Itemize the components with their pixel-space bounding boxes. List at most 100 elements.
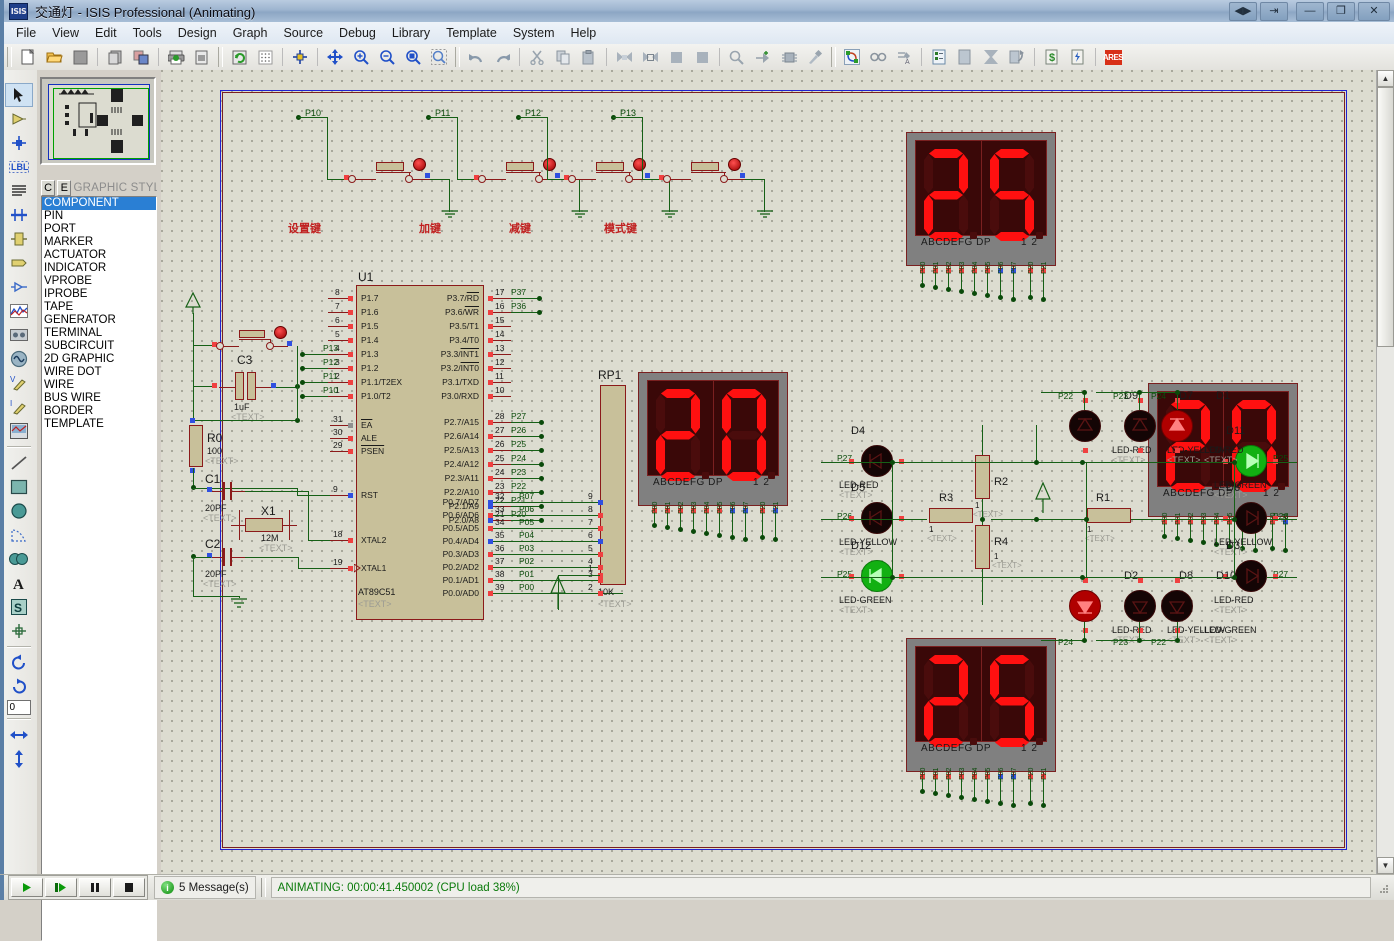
close-button[interactable]: ✕ — [1358, 1, 1390, 21]
device-pins-mode-icon[interactable] — [5, 275, 33, 299]
wire-autorouter-icon[interactable] — [840, 45, 864, 69]
undo-icon[interactable] — [464, 45, 488, 69]
tab-components[interactable]: C — [41, 179, 56, 196]
style-row-2d-graphic[interactable]: 2D GRAPHIC — [42, 353, 156, 366]
electrical-rule-check-icon[interactable] — [1066, 45, 1090, 69]
block-move-icon[interactable] — [638, 45, 662, 69]
menu-view[interactable]: View — [44, 24, 87, 42]
block-copy-icon[interactable] — [612, 45, 636, 69]
style-row-template[interactable]: TEMPLATE — [42, 418, 156, 431]
marker-tool-icon[interactable] — [5, 619, 33, 643]
decompose-icon[interactable] — [803, 45, 827, 69]
sw-body-2[interactable] — [596, 162, 624, 171]
property-assign-icon[interactable]: A — [892, 45, 916, 69]
style-row-terminal[interactable]: TERMINAL — [42, 327, 156, 340]
style-row-port[interactable]: PORT — [42, 223, 156, 236]
menu-debug[interactable]: Debug — [331, 24, 384, 42]
import-section-icon[interactable] — [103, 45, 127, 69]
voltage-probe-mode-icon[interactable]: V — [5, 371, 33, 395]
menu-design[interactable]: Design — [170, 24, 225, 42]
open-design-icon[interactable] — [42, 45, 66, 69]
led-D9[interactable] — [1069, 410, 1101, 442]
new-sheet-icon[interactable] — [16, 45, 40, 69]
reset-sw-body[interactable] — [239, 330, 265, 338]
origin-icon[interactable] — [288, 45, 312, 69]
menu-system[interactable]: System — [505, 24, 563, 42]
closed-path-tool-icon[interactable] — [5, 547, 33, 571]
save-design-icon[interactable] — [68, 45, 92, 69]
resistor-r4-body[interactable] — [975, 525, 990, 569]
box-tool-icon[interactable] — [5, 475, 33, 499]
resize-grip[interactable] — [1375, 880, 1391, 896]
resistor-r3-body[interactable] — [929, 508, 973, 523]
menu-edit[interactable]: Edit — [87, 24, 125, 42]
led-D4[interactable] — [861, 445, 893, 477]
menu-library[interactable]: Library — [384, 24, 438, 42]
style-row-subcircuit[interactable]: SUBCIRCUIT — [42, 340, 156, 353]
stop-button[interactable] — [113, 878, 145, 897]
mirror-horizontal-icon[interactable] — [5, 723, 33, 747]
exit-sheet-icon[interactable] — [1005, 45, 1029, 69]
scroll-up-arrow[interactable]: ▲ — [1377, 70, 1394, 87]
led-D2[interactable] — [1069, 590, 1101, 622]
style-row-bus-wire[interactable]: BUS WIRE — [42, 392, 156, 405]
print-design-icon[interactable] — [164, 45, 188, 69]
graphic-styles-list[interactable]: COMPONENT PIN PORT MARKER ACTUATOR INDICATOR V… — [41, 196, 157, 941]
design-explorer-icon[interactable] — [927, 45, 951, 69]
ares-netlist-icon[interactable]: ARES — [1101, 45, 1125, 69]
x1-body[interactable] — [245, 518, 283, 532]
scroll-thumb[interactable] — [1377, 87, 1394, 347]
led-D10[interactable] — [1161, 590, 1193, 622]
current-probe-mode-icon[interactable]: I — [5, 395, 33, 419]
symbol-tool-icon[interactable]: S — [5, 595, 33, 619]
search-tag-icon[interactable] — [866, 45, 890, 69]
schematic-canvas[interactable]: P10 设置键 P11 加键 P12 减键 P13 模式键 U1 AT89C51 <TEXT>… — [161, 70, 1377, 875]
generator-mode-icon[interactable] — [5, 347, 33, 371]
copy-icon[interactable] — [551, 45, 575, 69]
resistor-r1-body[interactable] — [1087, 508, 1131, 523]
cut-icon[interactable] — [525, 45, 549, 69]
redraw-icon[interactable] — [227, 45, 251, 69]
tab-elements[interactable]: E — [57, 179, 72, 196]
line-tool-icon[interactable] — [5, 451, 33, 475]
print-area-icon[interactable] — [190, 45, 214, 69]
led-D1[interactable] — [1161, 410, 1193, 442]
style-row-vprobe[interactable]: VPROBE — [42, 275, 156, 288]
led-D6[interactable] — [1235, 502, 1267, 534]
arc-tool-icon[interactable] — [5, 523, 33, 547]
menu-help[interactable]: Help — [563, 24, 605, 42]
virtual-instruments-mode-icon[interactable] — [5, 419, 33, 443]
style-row-wire-dot[interactable]: WIRE DOT — [42, 366, 156, 379]
packaging-tool-icon[interactable] — [777, 45, 801, 69]
respack-body[interactable] — [600, 385, 626, 585]
step-button[interactable] — [45, 878, 77, 897]
tape-recorder-mode-icon[interactable] — [5, 323, 33, 347]
make-device-icon[interactable] — [751, 45, 775, 69]
toggle-grid-icon[interactable] — [253, 45, 277, 69]
pause-button[interactable] — [79, 878, 111, 897]
rotate-clockwise-icon[interactable] — [5, 651, 33, 675]
messages-indicator[interactable]: i 5 Message(s) — [154, 876, 256, 899]
style-row-tape[interactable]: TAPE — [42, 301, 156, 314]
pick-device-icon[interactable] — [725, 45, 749, 69]
style-row-marker[interactable]: MARKER — [42, 236, 156, 249]
style-row-component[interactable]: COMPONENT — [42, 197, 156, 210]
style-row-pin[interactable]: PIN — [42, 210, 156, 223]
sw-body-1[interactable] — [506, 162, 534, 171]
led-D7[interactable] — [1124, 410, 1156, 442]
led-D8[interactable] — [1124, 590, 1156, 622]
zoom-in-icon[interactable] — [349, 45, 373, 69]
remove-sheet-icon[interactable] — [979, 45, 1003, 69]
bill-of-materials-icon[interactable]: $ — [1040, 45, 1064, 69]
paste-icon[interactable] — [577, 45, 601, 69]
zoom-area-icon[interactable] — [427, 45, 451, 69]
style-row-generator[interactable]: GENERATOR — [42, 314, 156, 327]
junction-dot-mode-icon[interactable] — [5, 131, 33, 155]
led-D3[interactable] — [1235, 560, 1267, 592]
prev-next-button[interactable]: ◀▶ — [1229, 1, 1257, 21]
play-button[interactable] — [11, 878, 43, 897]
sw-body-0[interactable] — [376, 162, 404, 171]
style-row-iprobe[interactable]: IPROBE — [42, 288, 156, 301]
terminals-mode-icon[interactable] — [5, 251, 33, 275]
wire-label-mode-icon[interactable]: LBL — [5, 155, 33, 179]
